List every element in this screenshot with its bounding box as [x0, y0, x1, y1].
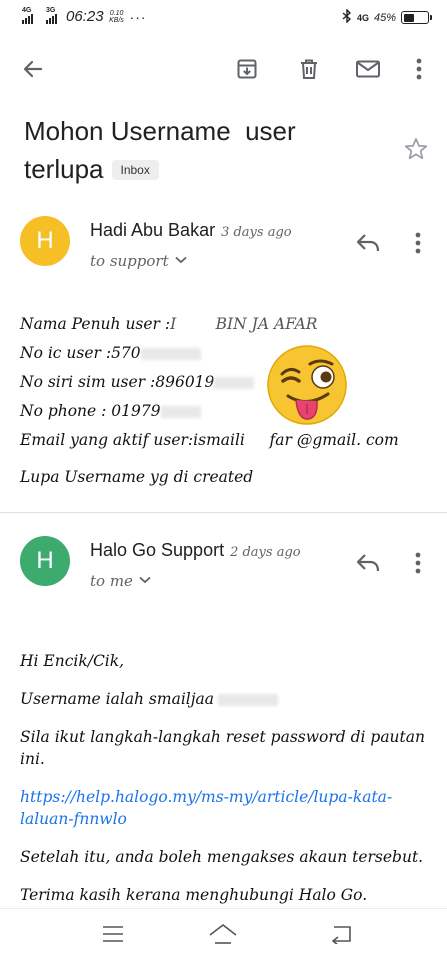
- help-article-link[interactable]: https://help.halogo.my/ms-my/article/lup…: [20, 786, 430, 830]
- body-line-note: Lupa Username yg di created: [20, 468, 254, 486]
- home-icon[interactable]: [208, 921, 238, 947]
- network-4g-label: 4G: [356, 12, 369, 23]
- menu-icon[interactable]: [98, 921, 128, 947]
- avatar: H: [20, 536, 70, 586]
- sender-name: Hadi Abu Bakar: [90, 220, 216, 240]
- battery-icon: [401, 11, 432, 24]
- body-line-sim: No siri sim user :896019: [20, 368, 420, 397]
- body-instructions: Sila ikut langkah-langkah reset password…: [20, 728, 425, 768]
- inbox-label-chip[interactable]: Inbox: [111, 160, 159, 180]
- message-header[interactable]: H Halo Go Support 2 days ago to me: [0, 536, 447, 606]
- network-speed: 0.10 KB/s: [109, 9, 124, 24]
- avatar: H: [20, 216, 70, 266]
- chevron-down-icon: [139, 570, 151, 588]
- recipient-toggle[interactable]: to me: [90, 570, 151, 590]
- chevron-down-icon: [175, 250, 187, 268]
- clock: 06:23: [66, 8, 104, 25]
- status-bar: 4G 3G 06:23 0.10 KB/s ··· 4G 45%: [0, 0, 447, 36]
- body-greeting: Hi Encik/Cik,: [20, 652, 125, 670]
- signal-3g-icon: 3G: [46, 7, 57, 24]
- message-time: 3 days ago: [221, 225, 292, 240]
- back-arrow-icon[interactable]: [18, 54, 48, 84]
- subject-line-2: terlupa: [24, 154, 104, 184]
- body-thanks: Terima kasih kerana menghubungi Halo Go.: [20, 886, 368, 904]
- reply-icon[interactable]: [353, 548, 383, 578]
- system-nav-bar: [0, 908, 447, 960]
- email-subject: Mohon Username user terlupa Inbox: [24, 112, 384, 188]
- mail-icon[interactable]: [353, 54, 383, 84]
- body-after: Setelah itu, anda boleh mengakses akaun …: [20, 848, 424, 866]
- more-notifications-icon: ···: [129, 8, 147, 25]
- body-line-name: Nama Penuh user :I BIN JA AFAR: [20, 315, 318, 333]
- bluetooth-icon: [342, 8, 352, 26]
- battery-percent: 45%: [373, 11, 396, 24]
- message-header[interactable]: H Hadi Abu Bakar 3 days ago to support: [0, 216, 447, 286]
- winking-tongue-emoji: [266, 344, 348, 426]
- message-more-icon[interactable]: [403, 548, 433, 578]
- message-body: Hi Encik/Cik, Username ialah smailjaa Si…: [20, 650, 430, 922]
- signal-4g-icon: 4G: [22, 7, 33, 24]
- recipient-toggle[interactable]: to support: [90, 250, 187, 270]
- more-vertical-icon[interactable]: [404, 54, 434, 84]
- star-icon[interactable]: [403, 136, 429, 167]
- reply-icon[interactable]: [353, 228, 383, 258]
- toolbar: [0, 48, 447, 90]
- subject-line-1: Mohon Username user: [24, 116, 296, 146]
- sender-name: Halo Go Support: [90, 540, 225, 560]
- message-more-icon[interactable]: [403, 228, 433, 258]
- body-line-email: Email yang aktif user:ismaili far @gmail…: [20, 431, 399, 449]
- message-time: 2 days ago: [230, 545, 301, 560]
- body-line-ic: No ic user :570: [20, 339, 420, 368]
- trash-icon[interactable]: [294, 54, 324, 84]
- body-line-phone: No phone : 01979: [20, 397, 420, 426]
- archive-icon[interactable]: [232, 54, 262, 84]
- message-divider: [0, 512, 447, 513]
- body-username: Username ialah smailjaa: [20, 688, 430, 710]
- return-icon[interactable]: [326, 921, 356, 947]
- message-body: Nama Penuh user :I BIN JA AFAR No ic use…: [20, 310, 420, 492]
